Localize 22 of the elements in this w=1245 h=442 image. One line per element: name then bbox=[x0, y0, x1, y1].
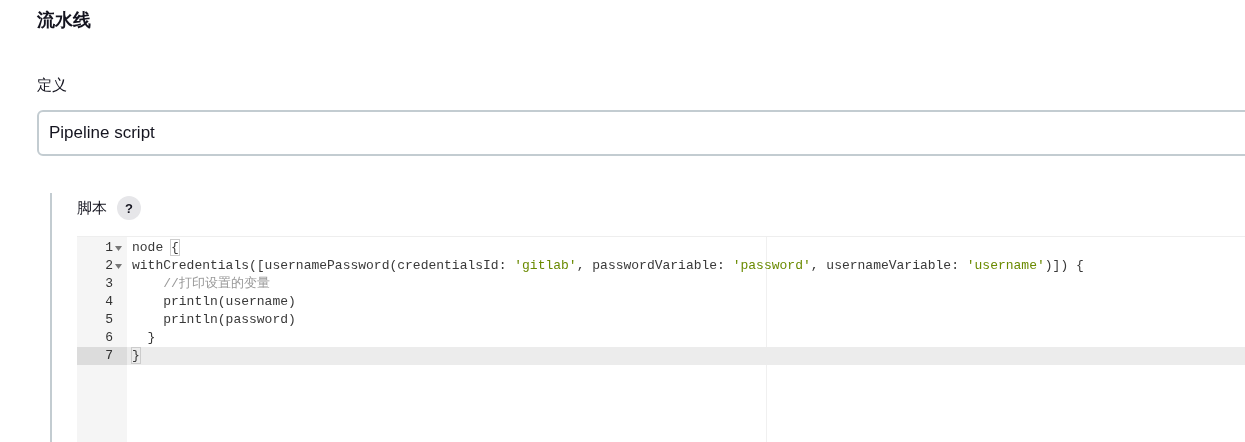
line-number: 3 bbox=[105, 275, 113, 293]
section-title: 流水线 bbox=[37, 9, 91, 32]
line-number: 1 bbox=[105, 239, 113, 257]
code-line: } bbox=[132, 348, 141, 363]
code-line: } bbox=[146, 330, 156, 345]
code-line: node { bbox=[132, 240, 179, 255]
line-number: 7 bbox=[105, 347, 113, 365]
code-line: println(password) bbox=[162, 312, 296, 327]
line-number: 4 bbox=[105, 293, 113, 311]
field-label: 定义 bbox=[37, 75, 67, 95]
code-line: withCredentials([usernamePassword(credentialsId: 'gitlab', passwordVariable: 'password', usernameVariable: 'username')]) { bbox=[132, 258, 1084, 273]
line-number: 5 bbox=[105, 311, 113, 329]
definition-dropdown[interactable]: Pipeline script bbox=[37, 110, 1245, 156]
code-line: println(username) bbox=[162, 294, 296, 309]
code-editor[interactable]: 1 2 3 4 5 6 7 node { withCredentials([usernamePassword(credentialsId: 'gitlab', passwordVariable: 'password', usernameVariable: 'username')]) { //打印设置的变量 println(username) println(password) } } bbox=[77, 236, 1245, 442]
line-number: 2 bbox=[105, 257, 113, 275]
help-button[interactable]: ? bbox=[117, 196, 141, 220]
code-line: //打印设置的变量 bbox=[162, 276, 270, 291]
fold-arrow-icon[interactable] bbox=[115, 263, 122, 269]
line-number: 6 bbox=[105, 329, 113, 347]
field-label: 脚本 bbox=[77, 198, 107, 218]
fold-arrow-icon[interactable] bbox=[115, 245, 122, 251]
